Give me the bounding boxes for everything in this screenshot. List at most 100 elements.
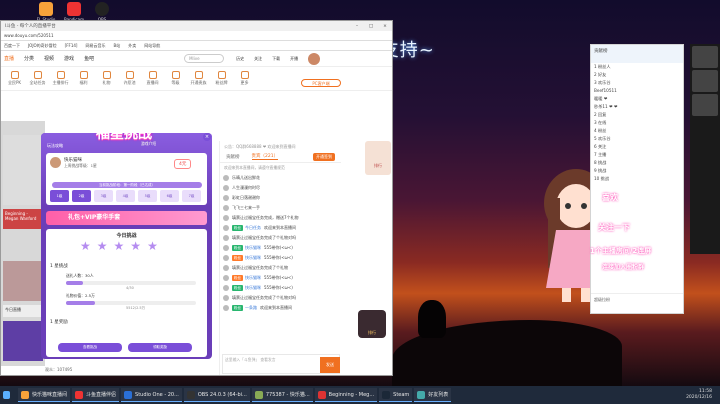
level-box[interactable]: 6级 [160,190,179,202]
chat-username[interactable]: 快乐猫咪 [245,285,261,291]
tab-title[interactable]: Ⅰ斗鱼 - 每个人的直播平台 [5,23,56,29]
chat-message: 粉丝 快乐猫咪 555带你(<ω<) [220,283,341,293]
feature-item[interactable]: 等级 [164,71,187,86]
tab-vip[interactable]: 贵宾（221） [251,153,279,160]
stream-preview[interactable]: Beginning - Megan Wanford 今日直播 [1,121,45,366]
preview-thumb[interactable] [692,70,718,92]
taskbar-item[interactable]: 斗鱼直播伴侣 [72,388,120,402]
nav-forum[interactable]: 鱼吧 [84,55,94,62]
feature-item[interactable]: 主播排行 [49,71,72,86]
chat-message: 彩虹日落谢谢你 [220,193,341,203]
tab-contribution[interactable]: 贡献榜 [226,154,240,160]
broadcast-icon[interactable]: 开播 [290,56,298,62]
address-bar[interactable]: www.douyu.com/520511 [1,31,392,41]
nav-live[interactable]: 直播 [4,55,14,62]
taskbar-item[interactable]: Studio One - 20... [121,388,182,402]
bookmark[interactable]: [FF14] [65,43,78,48]
chat-username[interactable]: 快乐猫咪 [245,255,261,261]
taskbar-label: OBS 24.0.3 (64-bi... [197,391,247,398]
vip-gift-banner[interactable]: 礼包+VIP豪华手套 [46,211,207,225]
view-challenge-button[interactable]: 查看挑战 [58,343,122,352]
panel-footer[interactable]: 超级拉粉 [591,293,683,313]
bookmark[interactable]: 百度一下 [4,43,20,49]
chat-panel: 公告：QQ群668888 ❤ 欢迎来到直播间 贡献榜 贵宾（221） 开通签到 … [219,141,341,375]
search-input[interactable]: Mlive [184,54,225,63]
feature-item[interactable]: 更多 [233,71,256,86]
taskbar-item[interactable]: Steam [379,388,413,402]
guide-tag[interactable]: 玩法攻略 [47,143,63,149]
rank-badge[interactable]: 排行 [365,141,391,175]
nav-game[interactable]: 游戏 [64,55,74,62]
feature-item[interactable]: 直播间 [141,71,164,86]
chat-username[interactable]: 今日任务 [245,225,261,231]
send-button[interactable]: 发送 [320,357,340,373]
bookmark[interactable]: JOJO的奇妙冒险 [28,43,57,49]
download-icon[interactable]: 下载 [272,56,280,62]
feature-item[interactable]: 全站任务 [26,71,49,86]
rank-badge-2[interactable]: 排行 [358,310,386,338]
wish-icon [125,71,134,79]
start-button[interactable] [0,388,16,402]
fan-badge: 粉丝 [232,285,243,291]
history-icon[interactable]: 历史 [236,56,244,62]
feature-item[interactable]: 全民PK [3,71,26,86]
avatar[interactable] [308,52,321,65]
nav-video[interactable]: 视频 [44,55,54,62]
chat-username[interactable]: 一条路 [245,305,257,311]
level-box[interactable]: 4级 [116,190,135,202]
maximize-icon[interactable]: □ [364,24,378,29]
taskbar-item[interactable]: Beginning - Meg... [314,388,378,402]
level-box[interactable]: 2级 [72,190,91,202]
progress-fill [66,281,83,285]
taskbar-item[interactable]: 快乐猫咪直播间 [18,388,71,402]
obs-icon [95,2,109,16]
chat-text: 飞飞三七来一手 [232,205,260,210]
url-text[interactable]: www.douyu.com/520511 [4,33,54,38]
taskbar-item[interactable]: OBS 24.0.3 (64-bi... [183,388,250,402]
nav-category[interactable]: 分类 [24,55,34,62]
pc-client-button[interactable]: PC客户端 [301,79,341,87]
welfare-icon [79,71,88,79]
level-box[interactable]: 7级 [182,190,201,202]
level-box[interactable]: 1级 [50,190,69,202]
follow-icon[interactable]: 关注 [254,56,262,62]
modal-subtitle[interactable]: 游戏介绍 [141,141,156,147]
bookmark[interactable]: 网站导航 [144,43,160,49]
chat-username[interactable]: 快乐猫咪 [245,245,261,251]
bookmark[interactable]: 外卖 [128,43,136,49]
chat-username[interactable]: 快乐猫咪 [245,275,261,281]
preview-thumb[interactable] [692,94,718,116]
minimize-icon[interactable]: – [350,24,364,29]
taskbar-item[interactable]: 775387 - 快乐猫... [251,388,313,402]
challenge-modal[interactable]: 福星挑战 游戏介绍 玩法攻略 快乐猫咪 上周挑战等级：1星 4元 当前挑战阶段：… [41,133,212,359]
claim-reward-button[interactable]: 领取奖励 [128,343,192,352]
close-icon[interactable]: × [378,24,392,29]
feature-item[interactable]: 粉丝牌 [210,71,233,86]
taskbar-item[interactable]: 好友列表 [414,388,452,402]
overlay-text: 关注一下 [598,223,630,232]
level-box[interactable]: 3级 [94,190,113,202]
preview-thumb[interactable] [692,46,718,68]
chat-text: 填票让过福宝任务完成，赠送7个礼物 [232,215,299,220]
feature-item[interactable]: 许愿池 [118,71,141,86]
star-icon: ★ [147,239,158,253]
panel-row: Beef10511 [594,88,617,93]
modal-close-button[interactable]: × [203,133,211,141]
chat-message: 飞飞三七来一手 [220,203,341,213]
viewer-count: 观众：107495 [45,367,73,372]
site-nav: 直播 分类 视频 游戏 鱼吧 Mlive 历史 关注 下载 开播 [1,51,392,67]
chat-text: 填票让过福宝任务完成了个礼物对吗 [232,295,296,300]
sign-button[interactable]: 开通签到 [313,152,335,161]
system-clock[interactable]: 11:58 2020/12/16 [686,389,720,401]
browser-window[interactable]: Ⅰ斗鱼 - 每个人的直播平台 – □ × www.douyu.com/520511 … [0,20,393,376]
feature-item[interactable]: 开通贵族 [187,71,210,86]
task-icon [33,71,42,79]
bookmark[interactable]: B站 [113,43,120,49]
feature-item[interactable]: 礼物 [95,71,118,86]
level-box[interactable]: 5级 [138,190,157,202]
feature-item[interactable]: 福利 [72,71,95,86]
user-avatar-icon [223,235,229,241]
bookmark[interactable]: 网易云音乐 [85,43,105,49]
panel-row: 3 欢乐谷 [594,80,611,85]
fan-icon [217,71,226,79]
